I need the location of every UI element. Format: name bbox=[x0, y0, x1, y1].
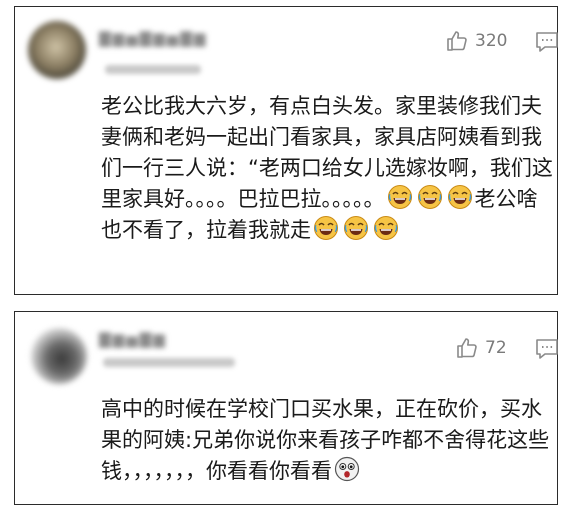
comment-card: ▇▆▅▇▆▅▇▆ 320 老公比我大六岁，有点白头发。家里装修我们夫妻俩和老妈一… bbox=[14, 6, 558, 295]
username[interactable]: ▇▆▅▇▆ bbox=[99, 330, 167, 348]
comment-icon[interactable] bbox=[535, 338, 559, 360]
comment-card: ▇▆▅▇▆ 72 高中的时候在学校门口买水果，正在砍价，买水果的阿姨:兄弟你说你… bbox=[14, 311, 558, 505]
laugh-cry-emoji bbox=[314, 216, 338, 240]
shocked-emoji bbox=[334, 456, 360, 482]
laugh-cry-emoji bbox=[387, 185, 412, 209]
avatar[interactable] bbox=[31, 328, 87, 384]
thumbs-up-icon bbox=[447, 31, 467, 51]
thumbs-up-icon bbox=[457, 338, 477, 358]
comment-icon[interactable] bbox=[535, 31, 559, 53]
comment-text-part: 高中的时候在学校门口买水果，正在砍价，买水果的阿姨:兄弟你说你来看孩子咋都不舍得… bbox=[101, 397, 550, 483]
comment-text: 老公比我大六岁，有点白头发。家里装修我们夫妻俩和老妈一起出门看家具，家具店阿姨看… bbox=[101, 91, 556, 246]
like-count: 320 bbox=[475, 31, 508, 51]
laugh-cry-emoji bbox=[344, 216, 368, 240]
like-button[interactable]: 320 bbox=[445, 29, 507, 53]
laugh-cry-emoji bbox=[374, 216, 398, 240]
like-count: 72 bbox=[485, 338, 507, 358]
comment-meta bbox=[103, 358, 235, 367]
comment-meta bbox=[105, 65, 201, 74]
like-button[interactable]: 72 bbox=[455, 336, 507, 360]
comment-text: 高中的时候在学校门口买水果，正在砍价，买水果的阿姨:兄弟你说你来看孩子咋都不舍得… bbox=[101, 394, 551, 487]
avatar[interactable] bbox=[28, 21, 86, 79]
username[interactable]: ▇▆▅▇▆▅▇▆ bbox=[99, 29, 207, 47]
laugh-cry-emoji bbox=[447, 185, 472, 209]
laugh-cry-emoji bbox=[417, 185, 442, 209]
